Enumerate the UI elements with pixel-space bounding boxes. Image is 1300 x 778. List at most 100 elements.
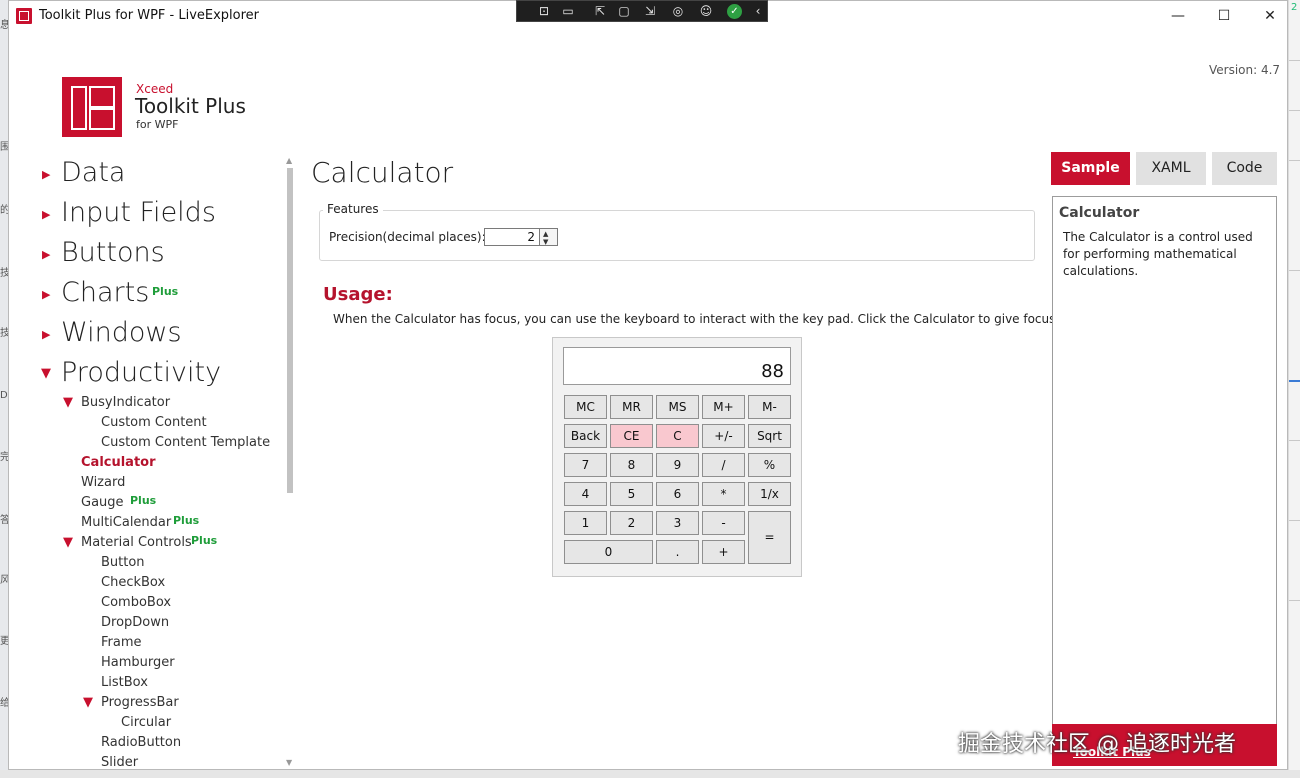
nav-item-calculator[interactable]: Calculator xyxy=(81,455,156,470)
precision-label: Precision(decimal places): xyxy=(329,230,486,244)
sample-navigation-tree: ▶ Data ▶ Input Fields ▶ Buttons ▶ Charts… xyxy=(9,151,289,771)
tab-xaml[interactable]: XAML xyxy=(1136,152,1206,185)
key-equals[interactable]: = xyxy=(748,511,791,564)
key-m-minus[interactable]: M- xyxy=(748,395,791,419)
close-button[interactable]: ✕ xyxy=(1247,1,1293,31)
nav-item-gauge[interactable]: Gauge xyxy=(81,495,124,510)
minimize-button[interactable]: — xyxy=(1155,1,1201,31)
nav-scrollbar[interactable]: ▲ ▼ xyxy=(286,156,294,768)
nav-item-progressbar[interactable]: ProgressBar xyxy=(101,695,179,710)
nav-item-windows[interactable]: Windows xyxy=(61,317,182,348)
spin-up-icon[interactable]: ▲ xyxy=(543,230,548,238)
nav-item-radiobutton[interactable]: RadioButton xyxy=(101,735,181,750)
key-minus[interactable]: - xyxy=(702,511,745,535)
tab-code[interactable]: Code xyxy=(1212,152,1277,185)
spin-down-icon[interactable]: ▼ xyxy=(543,238,548,246)
key-6[interactable]: 6 xyxy=(656,482,699,506)
key-negate[interactable]: +/- xyxy=(702,424,745,448)
nav-item-charts[interactable]: Charts xyxy=(61,277,149,308)
key-8[interactable]: 8 xyxy=(610,453,653,477)
collapse-arrow-icon[interactable]: ▼ xyxy=(83,695,93,710)
collapse-icon[interactable]: ‹ xyxy=(749,3,767,19)
key-5[interactable]: 5 xyxy=(610,482,653,506)
window-title: Toolkit Plus for WPF - LiveExplorer xyxy=(39,8,260,23)
collapse-arrow-icon[interactable]: ▼ xyxy=(63,535,73,550)
nav-item-data[interactable]: Data xyxy=(61,157,125,188)
scroll-up-arrow-icon[interactable]: ▲ xyxy=(286,156,292,165)
key-decimal[interactable]: . xyxy=(656,540,699,564)
collapse-arrow-icon[interactable]: ▼ xyxy=(63,395,73,410)
nav-item-input-fields[interactable]: Input Fields xyxy=(61,197,216,228)
key-reciprocal[interactable]: 1/x xyxy=(748,482,791,506)
key-9[interactable]: 9 xyxy=(656,453,699,477)
scrollbar-thumb[interactable] xyxy=(287,168,293,493)
display-layout-adorners-icon[interactable]: ▭ xyxy=(559,3,577,19)
key-ms[interactable]: MS xyxy=(656,395,699,419)
nav-item-combobox[interactable]: ComboBox xyxy=(101,595,171,610)
key-plus[interactable]: + xyxy=(702,540,745,564)
description-title: Calculator xyxy=(1059,205,1140,221)
nav-item-material-controls[interactable]: Material Controls xyxy=(81,535,192,550)
usage-title: Usage: xyxy=(323,284,393,305)
select-element-icon[interactable]: ⊡ xyxy=(535,3,553,19)
key-1[interactable]: 1 xyxy=(564,511,607,535)
nav-item-wizard[interactable]: Wizard xyxy=(81,475,125,490)
key-4[interactable]: 4 xyxy=(564,482,607,506)
collapse-arrow-icon[interactable]: ▼ xyxy=(41,366,51,381)
key-sqrt[interactable]: Sqrt xyxy=(748,424,791,448)
key-ce[interactable]: CE xyxy=(610,424,653,448)
nav-item-custom-content[interactable]: Custom Content xyxy=(101,415,207,430)
nav-item-busyindicator[interactable]: BusyIndicator xyxy=(81,395,170,410)
preview-selection-icon[interactable]: ▢ xyxy=(615,3,633,19)
description-text: The Calculator is a control used for per… xyxy=(1063,230,1253,278)
key-7[interactable]: 7 xyxy=(564,453,607,477)
nav-item-listbox[interactable]: ListBox xyxy=(101,675,148,690)
key-3[interactable]: 3 xyxy=(656,511,699,535)
key-back[interactable]: Back xyxy=(564,424,607,448)
key-divide[interactable]: / xyxy=(702,453,745,477)
expand-arrow-icon[interactable]: ▶ xyxy=(42,248,50,261)
expand-arrow-icon[interactable]: ▶ xyxy=(42,328,50,341)
expand-arrow-icon[interactable]: ▶ xyxy=(42,168,50,181)
key-percent[interactable]: % xyxy=(748,453,791,477)
key-2[interactable]: 2 xyxy=(610,511,653,535)
nav-item-productivity[interactable]: Productivity xyxy=(61,357,221,388)
xceed-logo-icon xyxy=(62,77,122,137)
expand-arrow-icon[interactable]: ▶ xyxy=(42,208,50,221)
binding-failures-icon[interactable]: ◎ xyxy=(669,3,687,19)
page-title: Calculator xyxy=(311,156,454,189)
precision-stepper[interactable]: ▲ ▼ xyxy=(540,228,558,246)
tab-sample[interactable]: Sample xyxy=(1051,152,1130,185)
nav-item-frame[interactable]: Frame xyxy=(101,635,142,650)
taskbar-edge xyxy=(0,770,1300,778)
track-focus-icon[interactable]: ⇱ xyxy=(591,3,609,19)
wpf-debug-toolbar: ⊡ ▭ ⇱ ▢ ⇲ ◎ ☺ ✓ ‹ xyxy=(516,0,768,22)
maximize-button[interactable]: ☐ xyxy=(1201,1,1247,31)
app-window: Toolkit Plus for WPF - LiveExplorer — ☐ … xyxy=(8,0,1288,770)
ok-check-icon[interactable]: ✓ xyxy=(727,4,742,19)
app-icon xyxy=(16,8,32,24)
usage-text: When the Calculator has focus, you can u… xyxy=(333,312,1060,326)
accessibility-icon[interactable]: ☺ xyxy=(697,3,715,19)
precision-input[interactable] xyxy=(484,228,540,246)
nav-item-checkbox[interactable]: CheckBox xyxy=(101,575,165,590)
scroll-down-arrow-icon[interactable]: ▼ xyxy=(286,758,292,767)
key-multiply[interactable]: * xyxy=(702,482,745,506)
nav-item-button[interactable]: Button xyxy=(101,555,145,570)
nav-item-hamburger[interactable]: Hamburger xyxy=(101,655,175,670)
nav-item-slider[interactable]: Slider xyxy=(101,755,138,770)
key-0[interactable]: 0 xyxy=(564,540,653,564)
key-c[interactable]: C xyxy=(656,424,699,448)
expand-arrow-icon[interactable]: ▶ xyxy=(42,288,50,301)
nav-item-custom-content-template[interactable]: Custom Content Template xyxy=(101,435,270,450)
key-mc[interactable]: MC xyxy=(564,395,607,419)
plus-badge: Plus xyxy=(130,494,157,507)
nav-item-buttons[interactable]: Buttons xyxy=(61,237,165,268)
features-legend: Features xyxy=(323,202,383,216)
key-m-plus[interactable]: M+ xyxy=(702,395,745,419)
nav-item-dropdown[interactable]: DropDown xyxy=(101,615,169,630)
key-mr[interactable]: MR xyxy=(610,395,653,419)
nav-item-circular[interactable]: Circular xyxy=(121,715,171,730)
hot-reload-icon[interactable]: ⇲ xyxy=(641,3,659,19)
nav-item-multicalendar[interactable]: MultiCalendar xyxy=(81,515,171,530)
